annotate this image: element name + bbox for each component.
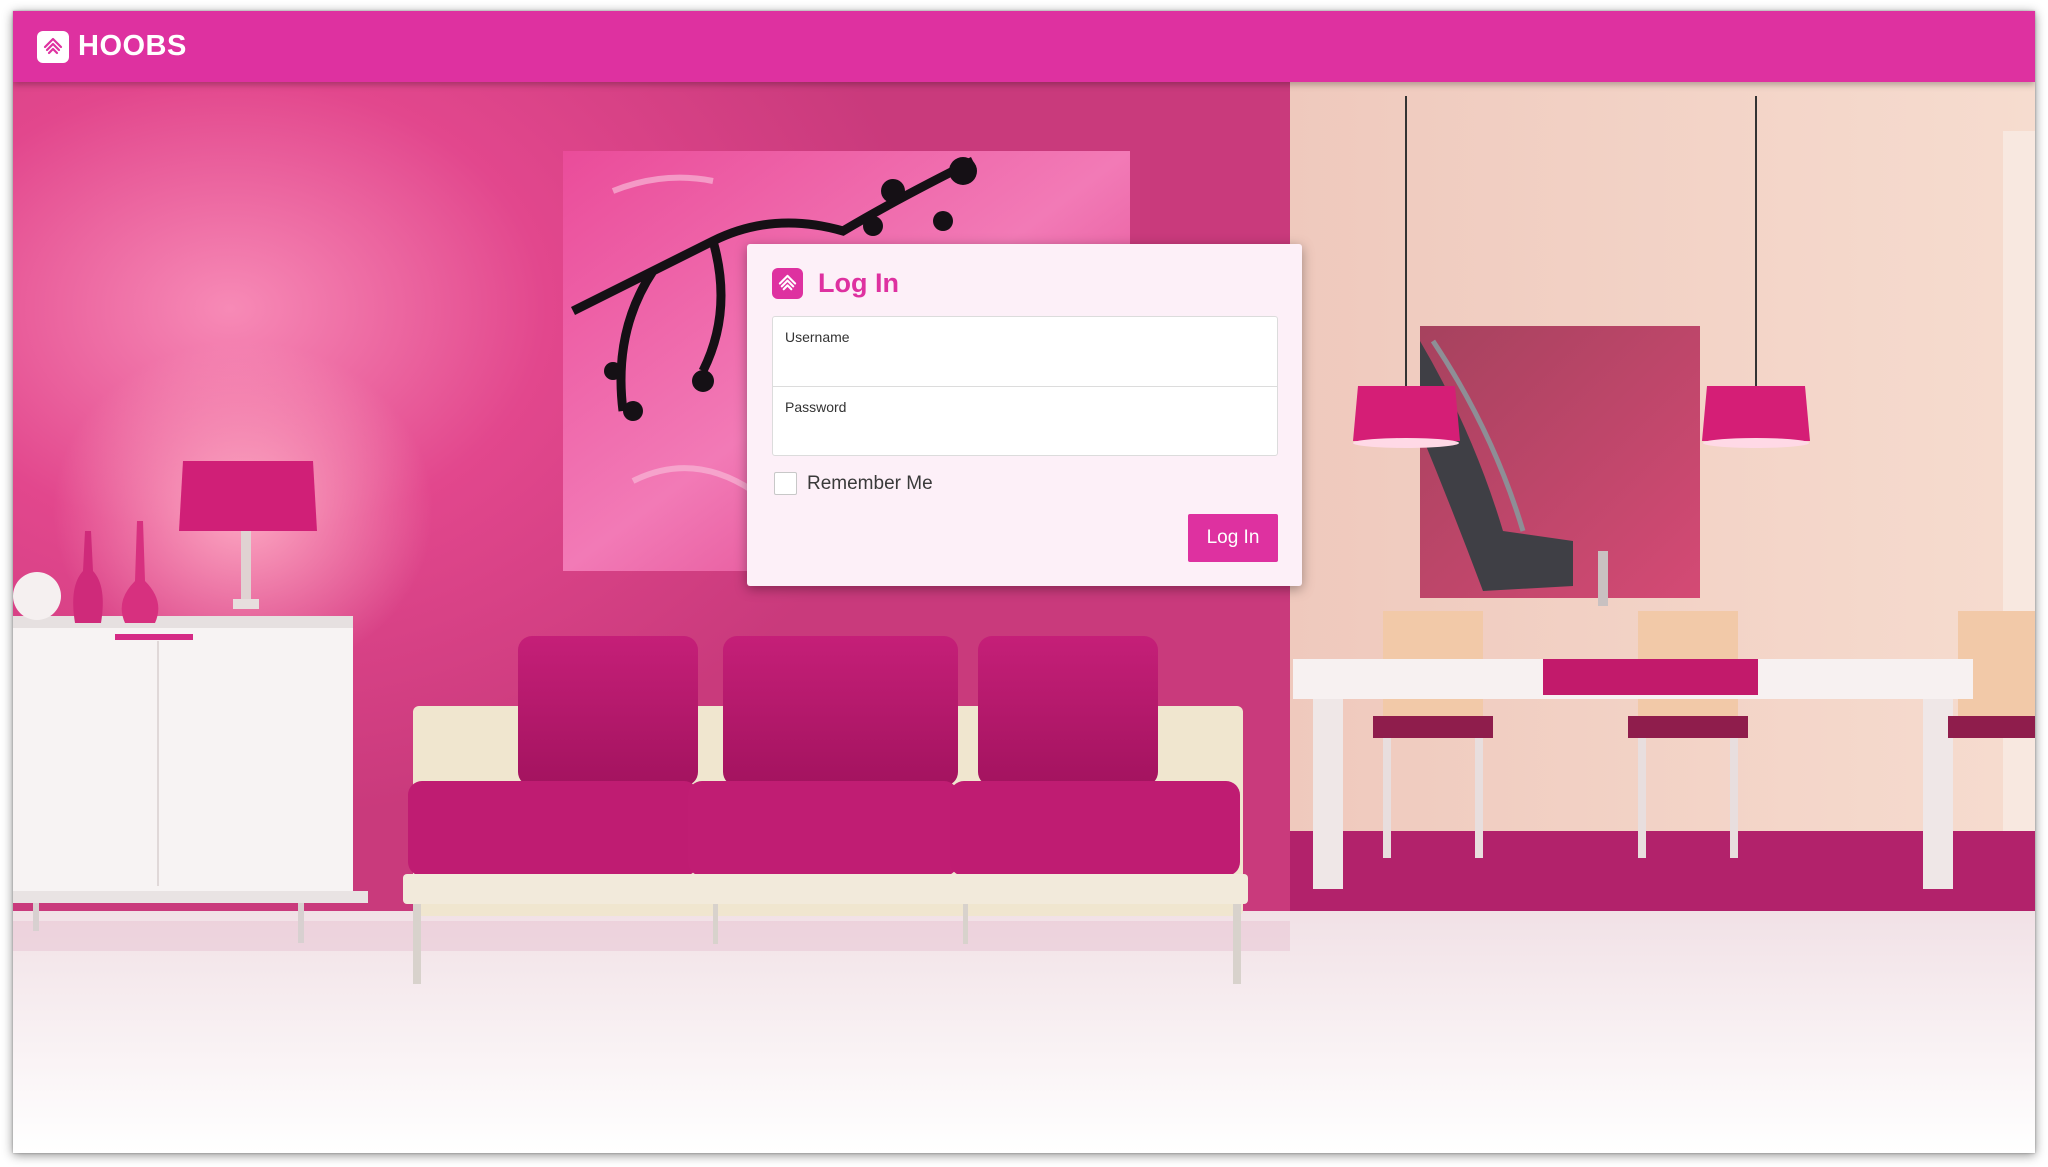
login-header: Log In xyxy=(772,268,899,299)
hoobs-house-icon xyxy=(778,274,797,291)
hoobs-house-icon xyxy=(43,37,63,54)
hoobs-logo-icon[interactable] xyxy=(37,30,69,63)
password-label: Password xyxy=(785,399,847,415)
username-field[interactable]: Username xyxy=(773,317,1277,386)
remember-me-checkbox[interactable] xyxy=(774,472,797,495)
username-input[interactable] xyxy=(785,353,1265,373)
password-field[interactable]: Password xyxy=(773,386,1277,455)
remember-me-label[interactable]: Remember Me xyxy=(807,473,933,495)
hoobs-logo-icon xyxy=(772,268,803,299)
brand-name[interactable]: HOOBS xyxy=(78,30,187,63)
remember-me[interactable]: Remember Me xyxy=(774,472,933,495)
app-window: HOOBS Log In Username Password Remember … xyxy=(13,11,2035,1153)
login-button[interactable]: Log In xyxy=(1188,514,1278,562)
top-bar: HOOBS xyxy=(13,11,2035,82)
login-card: Log In Username Password Remember Me Log… xyxy=(747,244,1302,586)
credentials-fields: Username Password xyxy=(772,316,1278,456)
login-title: Log In xyxy=(818,268,899,298)
username-label: Username xyxy=(785,329,850,345)
password-input[interactable] xyxy=(785,423,1265,443)
